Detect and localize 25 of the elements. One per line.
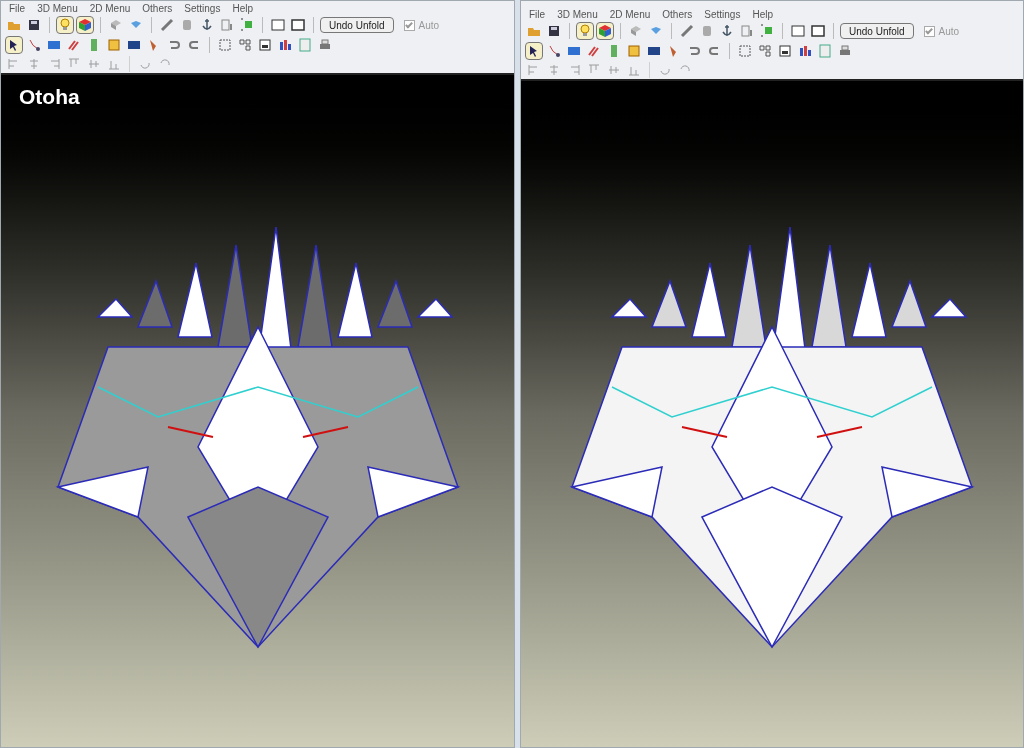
page-icon[interactable] xyxy=(776,42,794,60)
window-icon[interactable] xyxy=(289,16,307,34)
menu-item[interactable]: Others xyxy=(662,6,693,22)
page-icon[interactable] xyxy=(256,36,274,54)
light-bulb-icon[interactable] xyxy=(576,22,594,40)
color-cube-icon[interactable] xyxy=(76,16,94,34)
menu-item[interactable]: 3D Menu xyxy=(557,6,598,22)
menu-item[interactable]: 2D Menu xyxy=(609,6,651,22)
menu-item[interactable]: Others xyxy=(142,0,173,16)
undo-unfold-button[interactable]: Undo Unfold xyxy=(320,17,394,33)
menu-item[interactable]: File xyxy=(9,0,26,16)
pencil-icon[interactable] xyxy=(678,22,696,40)
model-caption: Otoha xyxy=(19,84,80,110)
menu-item[interactable]: Settings xyxy=(704,6,741,22)
menu-item[interactable]: 2D Menu xyxy=(89,0,131,16)
undo-unfold-button[interactable]: Undo Unfold xyxy=(840,23,914,39)
menu-item[interactable]: 3D Menu xyxy=(37,0,78,16)
window-icon[interactable] xyxy=(809,22,827,40)
menu-item[interactable]: Settings xyxy=(184,0,221,16)
light-bulb-icon[interactable] xyxy=(56,16,74,34)
pencil-icon[interactable] xyxy=(158,16,176,34)
color-cube-icon[interactable] xyxy=(596,22,614,40)
menu-item[interactable]: Help xyxy=(752,6,773,22)
menu-item[interactable]: Help xyxy=(232,0,253,16)
menu-item[interactable]: File xyxy=(529,6,546,22)
